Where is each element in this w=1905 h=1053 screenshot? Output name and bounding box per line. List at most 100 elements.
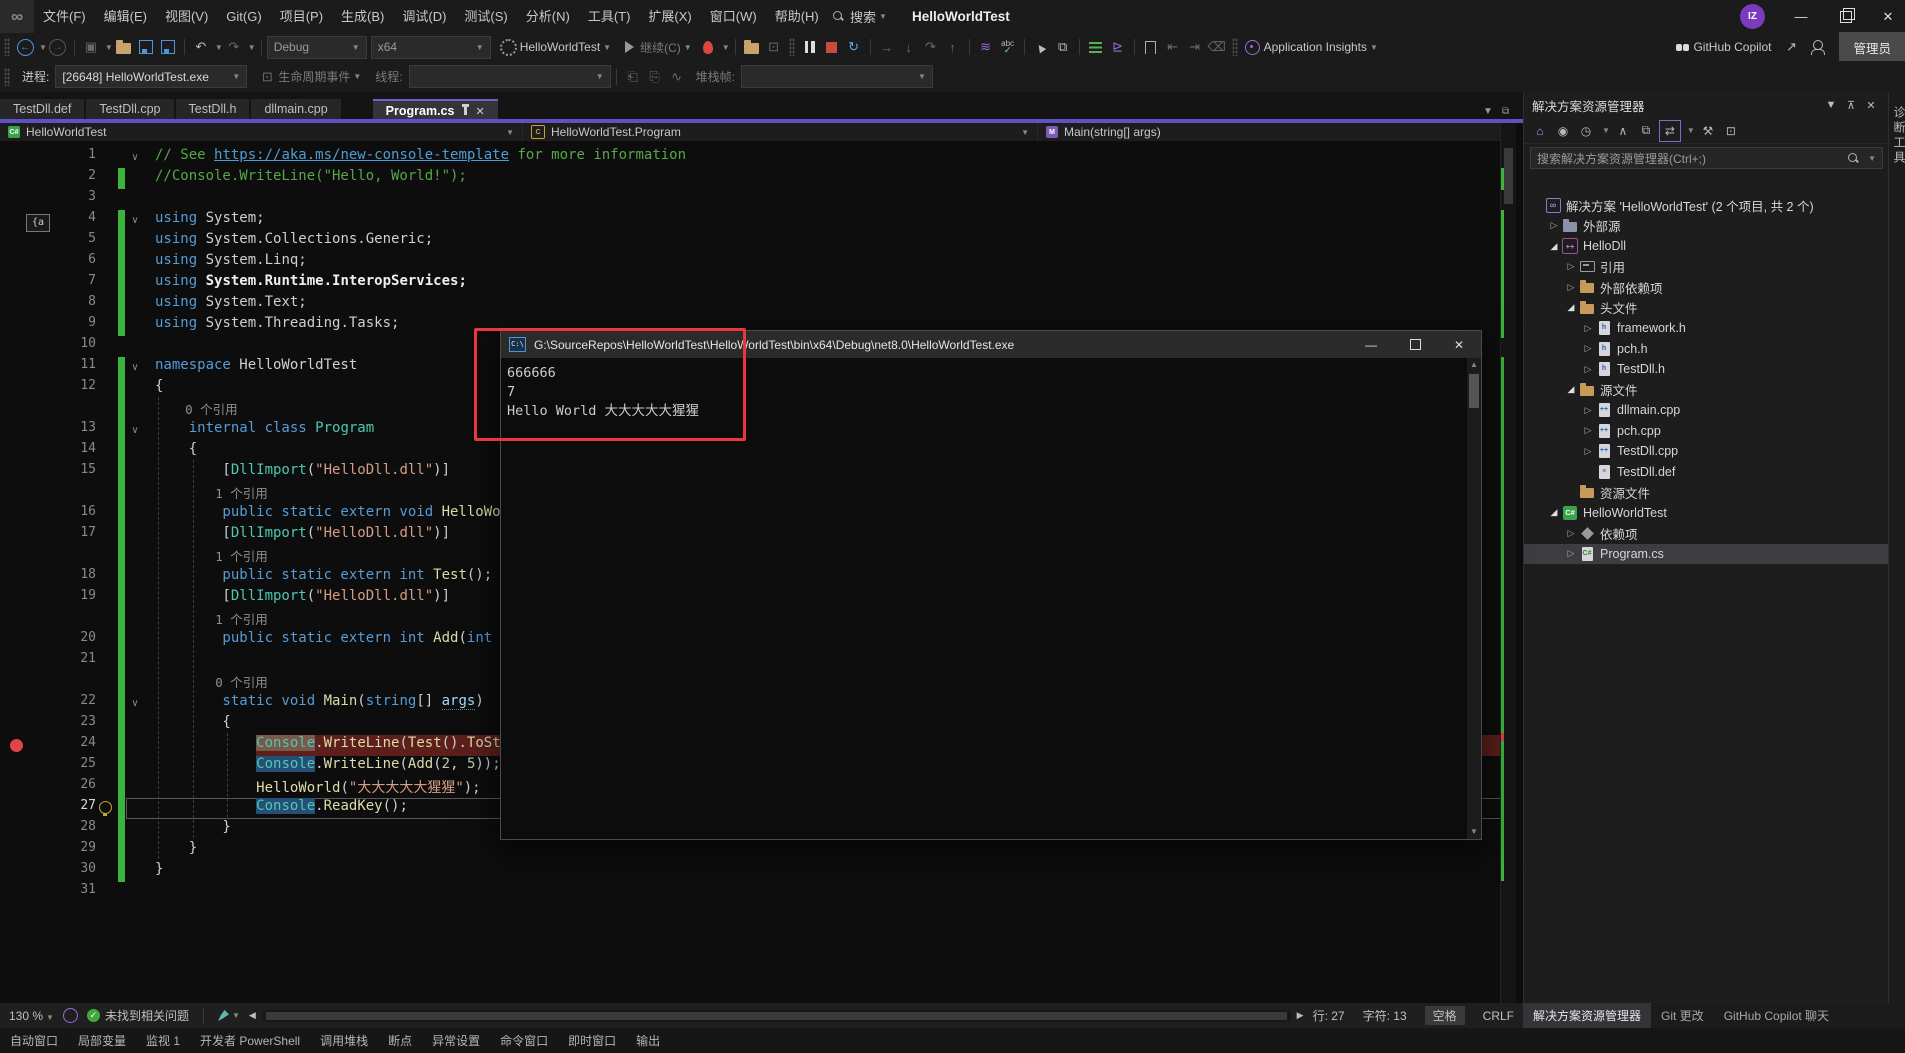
tool-window-tab[interactable]: 局部变量 xyxy=(68,1032,136,1049)
code-line[interactable]: 29 } xyxy=(0,840,1515,861)
code-line[interactable]: 7using System.Runtime.InteropServices; xyxy=(0,273,1515,294)
tool-window-tab[interactable]: 断点 xyxy=(378,1032,422,1049)
toggle-bookmark-button[interactable] xyxy=(1141,36,1161,58)
tree-item[interactable]: ▷外部依赖项 xyxy=(1524,277,1889,298)
code-line[interactable]: 1∨// See https://aka.ms/new-console-temp… xyxy=(0,147,1515,168)
close-icon[interactable]: ✕ xyxy=(1861,99,1881,112)
tree-item[interactable]: ◢源文件 xyxy=(1524,380,1889,401)
document-tab[interactable]: TestDll.def xyxy=(0,99,84,119)
collapsed-arrow-icon[interactable]: ▷ xyxy=(1581,323,1595,334)
scroll-right-icon[interactable]: ▶ xyxy=(1297,1010,1304,1021)
menu-item[interactable]: Git(G) xyxy=(217,0,270,33)
chevron-down-icon[interactable]: ▼ xyxy=(603,43,611,52)
show-next-statement-button[interactable]: → xyxy=(877,36,897,58)
tree-item[interactable]: ▷外部源 xyxy=(1524,216,1889,237)
panel-tab[interactable]: Git 更改 xyxy=(1651,1003,1714,1028)
stop-debugging-button[interactable] xyxy=(822,36,842,58)
undo-button[interactable]: ↶ xyxy=(191,36,211,58)
tree-item[interactable]: ▷引用 xyxy=(1524,257,1889,278)
pin-icon[interactable]: ⊼ xyxy=(1841,99,1861,112)
console-scrollbar[interactable]: ▲ ▼ xyxy=(1467,358,1481,839)
break-all-window-button[interactable]: ⊡ xyxy=(764,36,784,58)
chevron-down-icon[interactable]: ▼ xyxy=(1821,99,1841,111)
toolbar-drag-handle[interactable] xyxy=(1232,38,1238,56)
codelens-text[interactable]: 0 个引用 xyxy=(137,399,238,418)
lightbulb-icon[interactable] xyxy=(99,801,112,814)
nav-member-dropdown[interactable]: M Main(string[] args)▼ xyxy=(1037,123,1515,141)
tree-item[interactable]: 资源文件 xyxy=(1524,482,1889,503)
step-over-button[interactable]: ↷ xyxy=(921,36,941,58)
tool-window-tab[interactable]: 输出 xyxy=(626,1032,670,1049)
spell-check-button[interactable]: abc✓ xyxy=(998,36,1018,58)
avatar[interactable]: IZ xyxy=(1740,4,1765,29)
nav-type-dropdown[interactable]: C HelloWorldTest.Program▼ xyxy=(522,123,1037,141)
continue-button[interactable] xyxy=(619,36,639,58)
console-minimize-button[interactable]: — xyxy=(1349,331,1393,358)
restart-button[interactable]: ↻ xyxy=(844,36,864,58)
editor-health-button[interactable]: ▼ xyxy=(218,1010,240,1021)
save-all-button[interactable] xyxy=(158,36,178,58)
account-icon[interactable] xyxy=(1808,36,1828,58)
scrollbar-thumb[interactable] xyxy=(266,1012,1287,1020)
lifecycle-events-button[interactable]: 生命周期事件 xyxy=(278,68,350,85)
document-tab[interactable]: TestDll.cpp xyxy=(86,99,173,119)
pending-changes-filter-icon[interactable]: ◉ xyxy=(1553,121,1573,141)
chevron-down-icon[interactable]: ▼ xyxy=(39,43,47,52)
process-select[interactable]: [26648] HelloWorldTest.exe▼ xyxy=(55,65,247,88)
find-in-files-button[interactable] xyxy=(742,36,762,58)
scroll-down-icon[interactable]: ▼ xyxy=(1467,825,1481,839)
code-line[interactable]: 31 xyxy=(0,882,1515,903)
suspend-thread-icon[interactable]: ∿ xyxy=(667,66,687,88)
navigate-back-button[interactable]: ← xyxy=(15,36,35,58)
tool-window-tab[interactable]: 异常设置 xyxy=(422,1032,490,1049)
tree-item[interactable]: ▷C#Program.cs xyxy=(1524,544,1889,565)
menu-item[interactable]: 帮助(H) xyxy=(766,0,828,33)
chevron-down-icon[interactable]: ▼ xyxy=(105,43,113,52)
chevron-down-icon[interactable]: ▼ xyxy=(684,43,692,52)
problems-status[interactable]: ✓未找到相关问题 xyxy=(87,1007,189,1024)
chevron-down-icon[interactable]: ▼ xyxy=(1370,43,1378,52)
codelens-text[interactable]: 1 个引用 xyxy=(137,546,268,565)
open-file-button[interactable] xyxy=(114,36,134,58)
active-files-chevron-icon[interactable]: ▼ xyxy=(1483,106,1493,117)
scrollbar-thumb[interactable] xyxy=(1504,148,1513,204)
wrench-icon[interactable]: ⚒ xyxy=(1698,121,1718,141)
selection-mode-button[interactable]: ▲ xyxy=(1031,36,1051,58)
tree-item[interactable]: ≡TestDll.def xyxy=(1524,462,1889,483)
toolbar-drag-handle[interactable] xyxy=(4,68,10,86)
code-line[interactable]: 2//Console.WriteLine("Hello, World!"); xyxy=(0,168,1515,189)
step-out-button[interactable]: ↑ xyxy=(943,36,963,58)
document-tab[interactable]: dllmain.cpp xyxy=(251,99,340,119)
stackframe-select[interactable]: ▼ xyxy=(741,65,933,88)
title-search[interactable]: 搜索 ▼ xyxy=(833,0,887,33)
feedback-icon[interactable] xyxy=(63,1008,78,1023)
history-icon[interactable]: ◷ xyxy=(1576,121,1596,141)
tree-item[interactable]: ◢C#HelloWorldTest xyxy=(1524,503,1889,524)
flag-thread-icon[interactable]: ⎗ xyxy=(623,66,643,88)
chevron-down-icon[interactable]: ▼ xyxy=(215,43,223,52)
editor-vertical-scrollbar[interactable] xyxy=(1500,123,1516,1003)
menu-item[interactable]: 分析(N) xyxy=(517,0,579,33)
collapse-all-icon[interactable]: ∧ xyxy=(1613,121,1633,141)
solution-configuration-select[interactable]: Debug▼ xyxy=(267,36,367,59)
tree-item[interactable]: ◢++HelloDll xyxy=(1524,236,1889,257)
column-indicator[interactable]: 字符: 13 xyxy=(1363,1007,1407,1024)
menu-item[interactable]: 视图(V) xyxy=(156,0,217,33)
tree-item[interactable]: ◢头文件 xyxy=(1524,298,1889,319)
switch-views-icon[interactable]: ⌂ xyxy=(1530,121,1550,141)
close-button[interactable]: ✕ xyxy=(1869,0,1905,33)
tree-item[interactable]: ▷hframework.h xyxy=(1524,318,1889,339)
console-close-button[interactable]: ✕ xyxy=(1437,331,1481,358)
pause-button[interactable] xyxy=(800,36,820,58)
startup-project-select[interactable]: HelloWorldTest xyxy=(520,40,600,54)
spaces-indicator[interactable]: 空格 xyxy=(1425,1006,1465,1025)
flag-threads-icon[interactable]: ⎘ xyxy=(645,66,665,88)
tool-window-tab[interactable]: 调用堆栈 xyxy=(310,1032,378,1049)
solution-explorer-search[interactable]: 搜索解决方案资源管理器(Ctrl+;) ▼ xyxy=(1530,147,1883,169)
eol-indicator[interactable]: CRLF xyxy=(1483,1009,1514,1023)
tool-window-tab[interactable]: 开发者 PowerShell xyxy=(190,1032,310,1049)
thread-select[interactable]: ▼ xyxy=(409,65,611,88)
breakpoint-icon[interactable] xyxy=(10,739,23,752)
tree-item[interactable]: ▷hpch.h xyxy=(1524,339,1889,360)
chevron-down-icon[interactable]: ▼ xyxy=(1602,126,1610,135)
